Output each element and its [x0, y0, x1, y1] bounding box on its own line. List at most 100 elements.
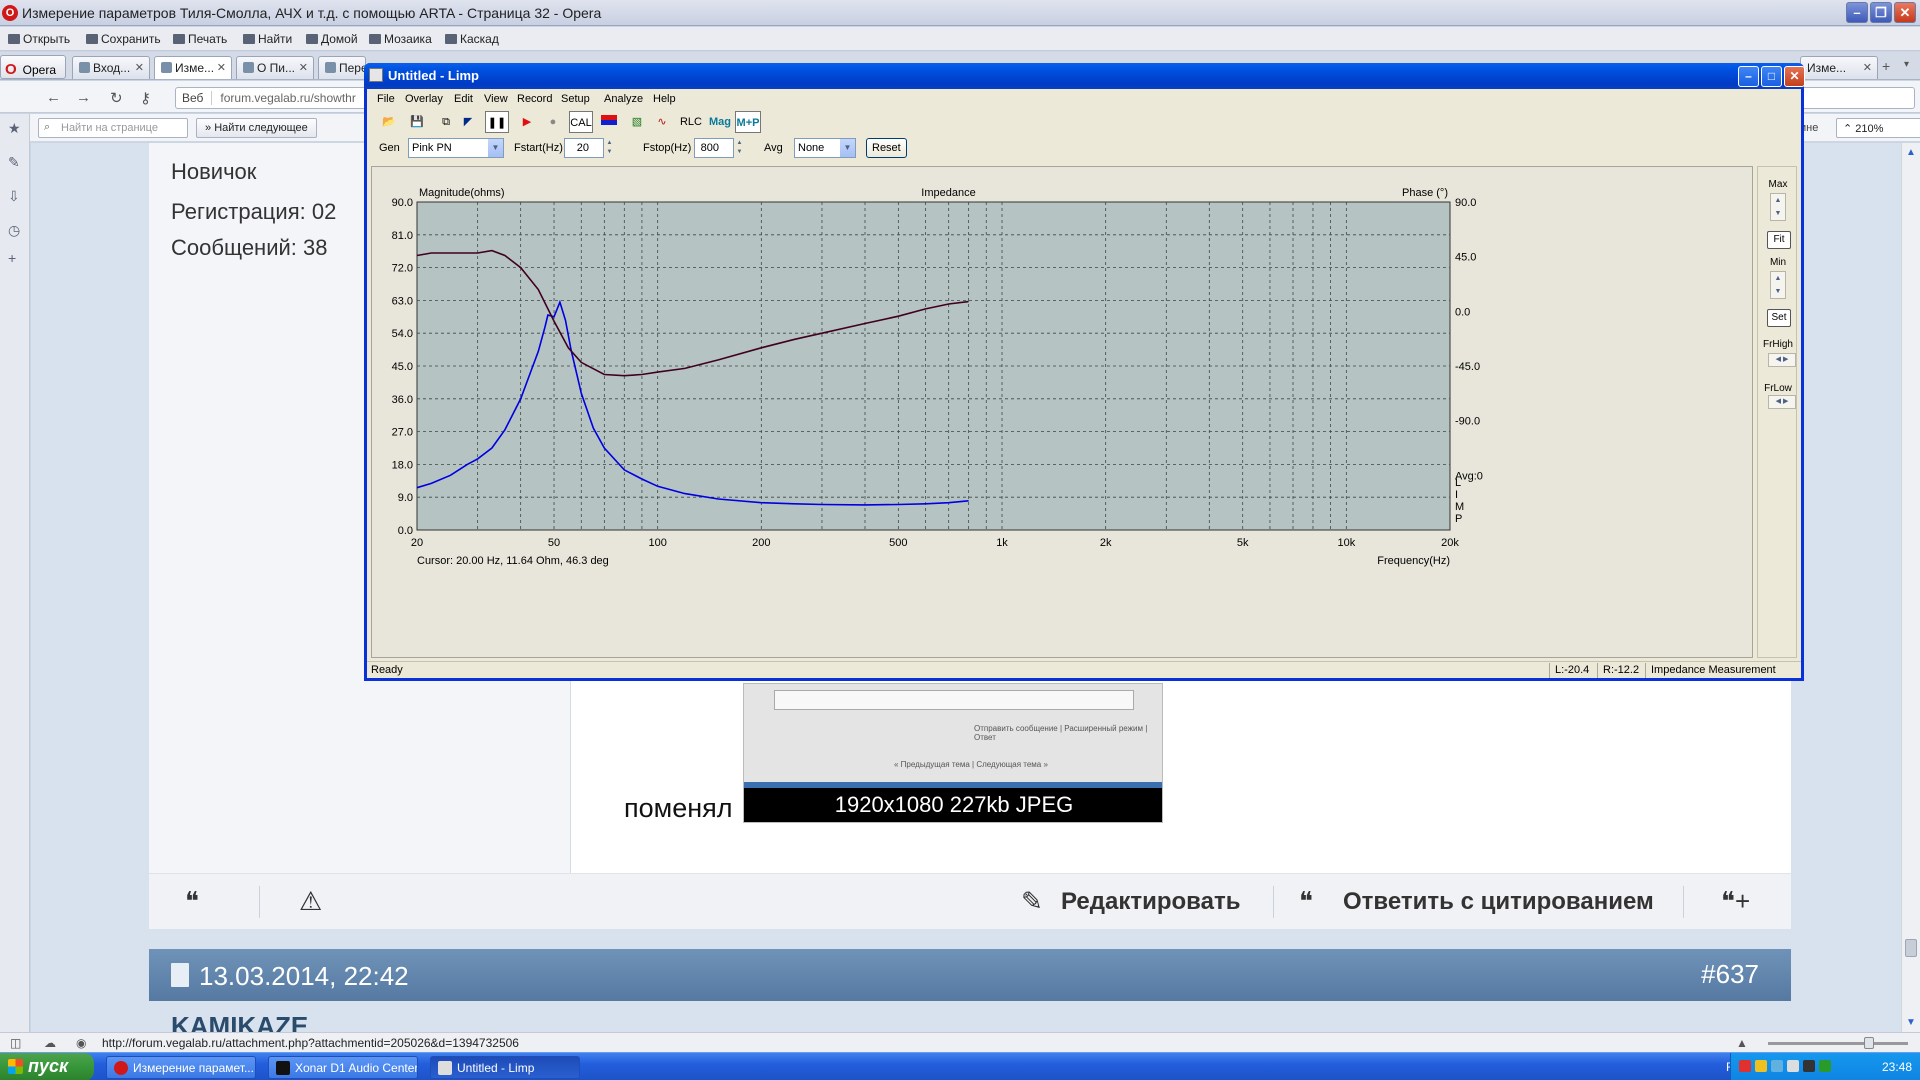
key-icon[interactable]: ⚷ — [140, 89, 151, 107]
close-tab-icon[interactable]: ✕ — [299, 61, 308, 74]
quote-icon[interactable]: ❝ — [185, 886, 199, 917]
taskbar-xonar[interactable]: Xonar D1 Audio Center — [268, 1056, 418, 1079]
spinner-icon[interactable]: ▲ ▼ — [604, 139, 615, 157]
bookmarks-icon[interactable]: ★ — [8, 120, 21, 137]
save-button[interactable]: Сохранить — [86, 32, 161, 46]
rlc-button[interactable]: RLC — [679, 111, 703, 133]
forward-icon[interactable]: → — [76, 89, 91, 106]
copy-icon[interactable]: ⧉ — [437, 111, 455, 133]
scroll-down-icon[interactable]: ▼ — [1906, 1017, 1916, 1028]
find-next-button[interactable]: » Найти следующее — [196, 118, 317, 138]
edit-button[interactable]: Редактировать — [1061, 888, 1240, 916]
tray-icon[interactable] — [1755, 1060, 1767, 1072]
new-tab-icon[interactable]: + — [1882, 58, 1890, 74]
multi-quote-icon[interactable]: ❝+ — [1721, 886, 1750, 917]
taskbar-limp[interactable]: Untitled - Limp — [430, 1056, 580, 1079]
maximize-button[interactable]: ❐ — [1870, 2, 1892, 23]
pause-button[interactable]: ❚❚ — [485, 111, 509, 133]
menu-view[interactable]: View — [484, 93, 508, 105]
tab-last[interactable]: Изме... ✕ — [1800, 56, 1878, 79]
impedance-chart[interactable]: 0.0 9.0 18.0 27.0 36.0 45.0 54.0 63.0 72.0 81.0 90… — [372, 167, 1754, 659]
menu-setup[interactable]: Setup — [561, 93, 590, 105]
print-button[interactable]: Печать — [173, 32, 227, 46]
cursor-icon[interactable]: ◤ — [459, 111, 477, 133]
downloads-icon[interactable]: ⇩ — [8, 188, 20, 205]
find-input[interactable]: ⌕ Найти на странице — [38, 118, 188, 138]
mag-phase-button[interactable]: M+P — [735, 111, 761, 133]
page-scrollbar[interactable]: ▲ ▼ — [1901, 143, 1920, 1033]
reset-button[interactable]: Reset — [866, 138, 907, 158]
reply-quote-button[interactable]: Ответить с цитированием — [1343, 888, 1654, 916]
start-button[interactable]: пуск — [0, 1053, 94, 1080]
volume-icon[interactable] — [1787, 1060, 1799, 1072]
home-button[interactable]: Домой — [306, 32, 358, 46]
scroll-up-icon[interactable]: ▲ — [1906, 147, 1916, 158]
cascade-button[interactable]: Каскад — [445, 32, 499, 46]
find-button[interactable]: Найти — [243, 32, 292, 46]
min-spinner[interactable]: ▲ ▼ — [1770, 271, 1786, 299]
frlow-spinner[interactable]: ◀ ▶ — [1768, 395, 1796, 409]
impedance-plot-area[interactable]: 0.0 9.0 18.0 27.0 36.0 45.0 54.0 63.0 72.0 81.0 90… — [371, 166, 1753, 658]
close-tab-icon[interactable]: ✕ — [135, 61, 144, 74]
add-panel-icon[interactable]: + — [8, 250, 16, 266]
taskbar-opera[interactable]: Измерение парамет... — [106, 1056, 256, 1079]
history-icon[interactable]: ◷ — [8, 222, 20, 239]
opera-menu-button[interactable]: O Opera — [0, 55, 66, 79]
panel-toggle-icon[interactable]: ◫ — [10, 1036, 21, 1050]
fit-button[interactable]: Fit — [1767, 231, 1791, 249]
tray-icon[interactable] — [1739, 1060, 1751, 1072]
turbo-icon[interactable]: ☁ — [44, 1036, 56, 1050]
limp-minimize-button[interactable]: – — [1738, 66, 1759, 87]
open-button[interactable]: Открыть — [8, 32, 70, 46]
view-icon[interactable]: ◉ — [76, 1036, 86, 1050]
zoom-slider-knob[interactable] — [1864, 1037, 1874, 1049]
limp-close-button[interactable]: ✕ — [1784, 66, 1805, 87]
set-button[interactable]: Set — [1767, 309, 1791, 327]
fstart-input[interactable]: 20 ▲ ▼ — [564, 138, 612, 158]
report-icon[interactable]: ⚠ — [299, 886, 322, 917]
max-spinner[interactable]: ▲ ▼ — [1770, 193, 1786, 221]
notes-icon[interactable]: ✎ — [8, 154, 20, 171]
close-button[interactable]: ✕ — [1894, 2, 1916, 23]
reload-icon[interactable]: ↻ — [110, 89, 123, 107]
gen-select[interactable]: Pink PN ▼ — [408, 138, 504, 158]
scroll-thumb[interactable] — [1905, 939, 1917, 957]
tile-button[interactable]: Мозаика — [369, 32, 432, 46]
avg-select[interactable]: None ▼ — [794, 138, 856, 158]
next-post-user[interactable]: KAMIKAZE — [171, 1011, 308, 1033]
menu-file[interactable]: File — [377, 93, 395, 105]
tab-inbox[interactable]: Вход... ✕ — [72, 56, 150, 79]
limp-maximize-button[interactable]: □ — [1761, 66, 1782, 87]
tab-other[interactable]: Пере — [318, 56, 366, 79]
zoom-slider[interactable] — [1768, 1037, 1908, 1049]
menu-record[interactable]: Record — [517, 93, 552, 105]
frhigh-spinner[interactable]: ◀ ▶ — [1768, 353, 1796, 367]
record-button[interactable]: ● — [543, 111, 563, 133]
wave-icon[interactable]: ∿ — [651, 111, 673, 133]
close-tab-icon[interactable]: ✕ — [217, 61, 226, 74]
tab-about[interactable]: О Пи... ✕ — [236, 56, 314, 79]
open-file-icon[interactable]: 📂 — [379, 111, 399, 133]
back-icon[interactable]: ← — [46, 89, 61, 106]
save-file-icon[interactable]: 💾 — [407, 111, 427, 133]
mag-button[interactable]: Mag — [707, 111, 733, 133]
post-number[interactable]: #637 — [1701, 959, 1759, 990]
spinner-icon[interactable]: ▲ ▼ — [734, 139, 745, 157]
play-button[interactable]: ▶ — [517, 111, 537, 133]
tab-menu-icon[interactable]: ▾ — [1904, 59, 1909, 70]
tab-current[interactable]: Изме... ✕ — [154, 56, 232, 79]
grid-pattern-icon[interactable]: ▧ — [627, 111, 647, 133]
attachment-thumbnail[interactable]: Отправить сообщение | Расширенный режим … — [743, 683, 1163, 823]
fstop-input[interactable]: 800 ▲ ▼ — [694, 138, 742, 158]
upload-icon[interactable]: ▲ — [1736, 1036, 1748, 1050]
menu-edit[interactable]: Edit — [454, 93, 473, 105]
tray-icon[interactable] — [1803, 1060, 1815, 1072]
minimize-button[interactable]: – — [1846, 2, 1868, 23]
menu-analyze[interactable]: Analyze — [604, 93, 643, 105]
tray-icon[interactable] — [1819, 1060, 1831, 1072]
color-icon[interactable] — [599, 111, 619, 133]
menu-help[interactable]: Help — [653, 93, 676, 105]
close-tab-icon[interactable]: ✕ — [1863, 61, 1872, 74]
tray-icon[interactable] — [1771, 1060, 1783, 1072]
menu-overlay[interactable]: Overlay — [405, 93, 443, 105]
